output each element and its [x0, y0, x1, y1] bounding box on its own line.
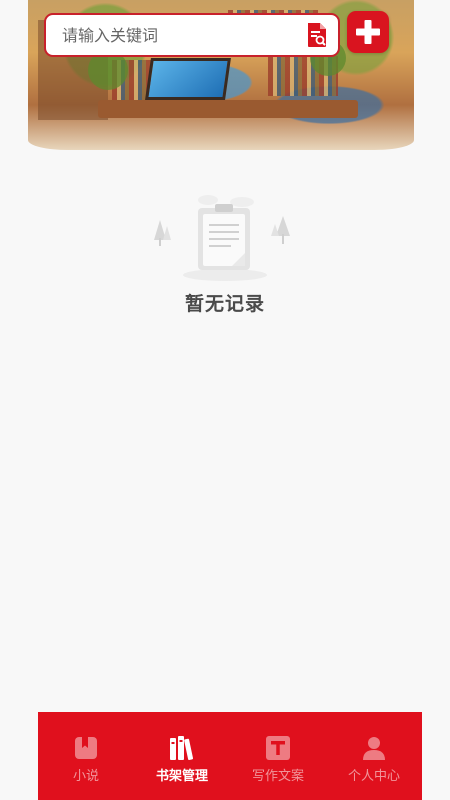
document-search-icon[interactable] [304, 21, 330, 49]
add-button[interactable] [347, 11, 389, 53]
tab-bookshelf[interactable]: 书架管理 [134, 734, 230, 784]
bottom-tab-bar: 小说 书架管理 写作文案 个人中心 [38, 712, 422, 800]
tab-writing[interactable]: 写作文案 [230, 734, 326, 784]
tab-novel[interactable]: 小说 [38, 734, 134, 784]
bookmark-book-icon [73, 734, 99, 762]
empty-state-message: 暂无记录 [184, 293, 265, 315]
text-t-icon [265, 734, 291, 762]
empty-state: 暂无记录 [0, 190, 450, 316]
tab-profile-label: 个人中心 [347, 769, 400, 784]
search-input[interactable] [62, 25, 292, 45]
bookshelf-icon [167, 734, 197, 762]
tab-writing-label: 写作文案 [251, 769, 304, 784]
empty-clipboard-illustration [150, 190, 300, 285]
search-bar[interactable] [44, 13, 340, 57]
tab-bookshelf-label: 书架管理 [155, 769, 208, 784]
plus-icon [356, 20, 380, 44]
person-icon [361, 734, 387, 762]
tab-novel-label: 小说 [72, 769, 99, 784]
tab-profile[interactable]: 个人中心 [326, 734, 422, 784]
